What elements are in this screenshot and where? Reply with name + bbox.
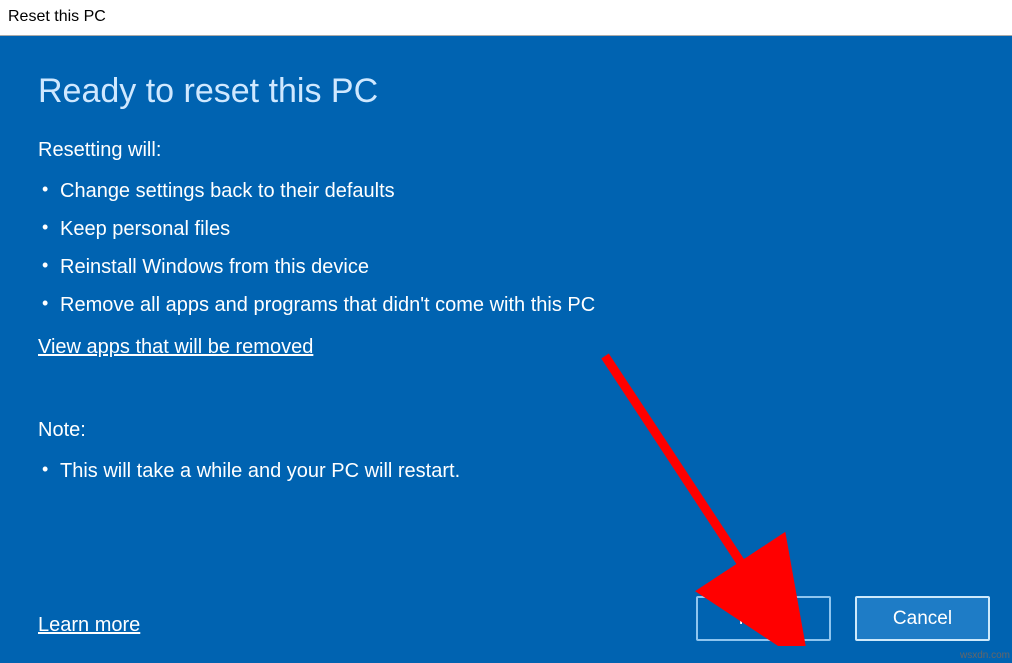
view-apps-link[interactable]: View apps that will be removed <box>38 336 313 359</box>
reset-button[interactable]: Reset <box>696 596 831 641</box>
dialog-body: Ready to reset this PC Resetting will: C… <box>0 36 1012 663</box>
learn-more-link[interactable]: Learn more <box>38 614 140 637</box>
window-title: Reset this PC <box>8 8 106 25</box>
watermark-text: wsxdn.com <box>960 650 1010 661</box>
cancel-button[interactable]: Cancel <box>855 596 990 641</box>
list-item: Remove all apps and programs that didn't… <box>38 286 974 324</box>
list-item: Reinstall Windows from this device <box>38 248 974 286</box>
note-label: Note: <box>38 419 974 442</box>
resetting-will-list: Change settings back to their defaults K… <box>38 172 974 324</box>
list-item: Change settings back to their defaults <box>38 172 974 210</box>
list-item: Keep personal files <box>38 210 974 248</box>
page-heading: Ready to reset this PC <box>38 72 974 111</box>
note-list: This will take a while and your PC will … <box>38 452 974 490</box>
list-item: This will take a while and your PC will … <box>38 452 974 490</box>
dialog-button-row: Reset Cancel <box>696 596 990 641</box>
resetting-will-label: Resetting will: <box>38 139 974 162</box>
window-title-bar: Reset this PC <box>0 0 1012 36</box>
